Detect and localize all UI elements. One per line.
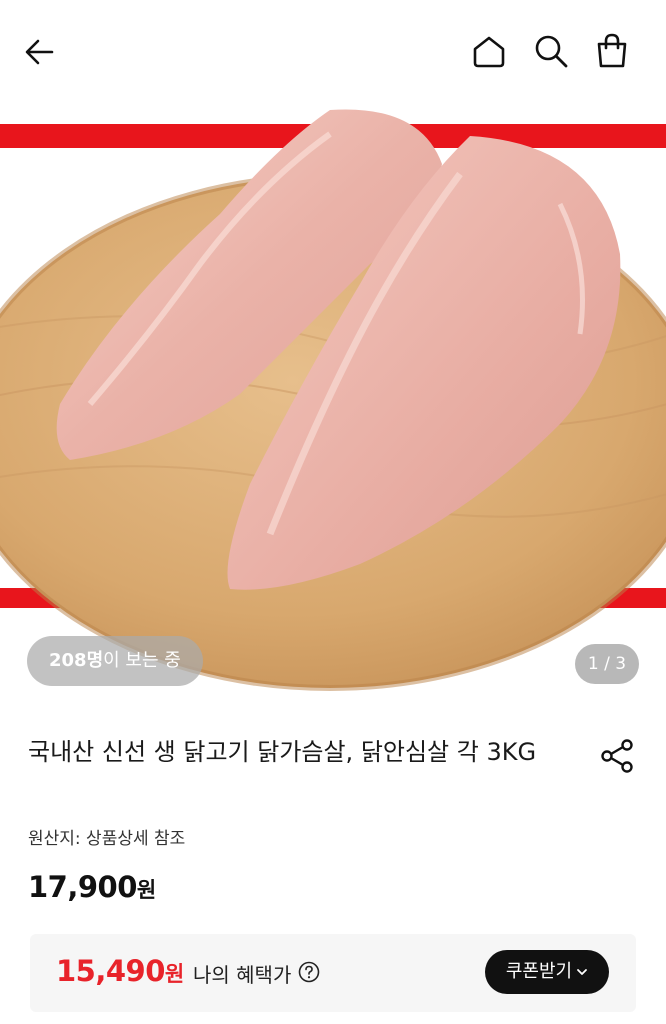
viewers-count: 208명 [49,650,104,671]
viewers-suffix: 이 보는 중 [103,650,181,671]
chevron-down-icon [577,969,588,975]
viewers-count-badge: 208명이 보는 중 [27,636,203,686]
origin-info: 원산지: 상품상세 참조 [28,829,186,849]
coupon-button[interactable]: 쿠폰받기 [485,950,609,994]
top-nav-bar [0,0,666,104]
home-icon[interactable] [470,34,508,70]
benefit-price-value: 15,490 [56,954,165,988]
share-icon[interactable] [598,738,636,774]
coupon-button-label: 쿠폰받기 [505,961,573,982]
product-price: 17,900원 [28,870,156,904]
gallery-page-indicator: 1 / 3 [575,644,639,684]
benefit-label: 나의 혜택가 [193,963,292,987]
question-circle-icon[interactable] [298,961,320,983]
benefit-price-box: 15,490원 나의 혜택가 쿠폰받기 [30,934,636,1012]
benefit-price: 15,490원 [56,954,184,988]
search-icon[interactable] [532,32,570,70]
arrow-left-icon[interactable] [22,34,58,70]
product-image-gallery[interactable] [0,104,666,714]
shopping-bag-icon[interactable] [594,32,630,70]
price-value: 17,900 [28,870,137,904]
price-unit: 원 [136,878,156,902]
product-image [0,104,666,714]
product-title: 국내산 신선 생 닭고기 닭가슴살, 닭안심살 각 3KG [28,738,537,766]
benefit-price-unit: 원 [164,962,184,986]
